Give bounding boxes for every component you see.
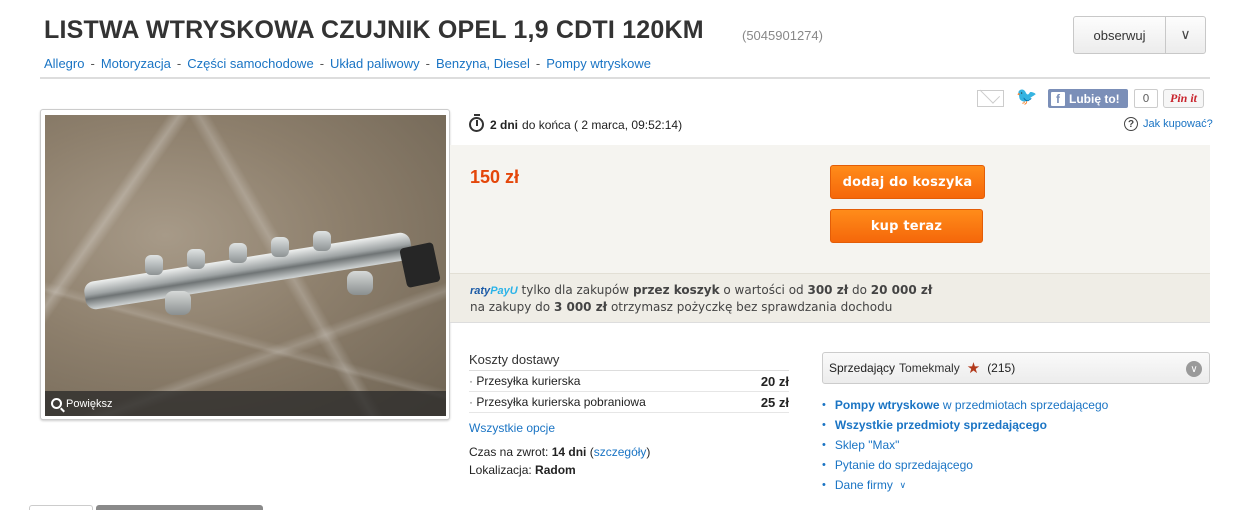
product-photo[interactable]: Powiększ	[45, 115, 446, 416]
chevron-down-icon[interactable]: ∨	[1186, 361, 1202, 377]
rail-port	[229, 243, 247, 263]
tab-description[interactable]	[29, 505, 93, 510]
breadcrumb-separator: -	[319, 56, 325, 71]
rail-port	[313, 231, 331, 251]
mail-icon[interactable]	[977, 90, 1004, 107]
how-to-buy-label[interactable]: Jak kupować?	[1143, 118, 1213, 130]
breadcrumb-separator: -	[535, 56, 541, 71]
breadcrumb-item[interactable]: Allegro	[44, 56, 84, 71]
price: 150 zł	[470, 167, 520, 187]
all-delivery-options-link[interactable]: Wszystkie opcje	[469, 421, 789, 435]
seller-links: Pompy wtryskowe w przedmiotach sprzedają…	[822, 395, 1108, 495]
breadcrumb-item[interactable]: Pompy wtryskowe	[546, 56, 651, 71]
star-icon: ★	[966, 359, 981, 377]
pinit-button[interactable]: Pin it	[1163, 89, 1204, 108]
return-period: Czas na zwrot: 14 dni (szczegóły)	[469, 445, 651, 459]
mount-tab	[165, 291, 191, 315]
seller-box[interactable]: Sprzedający Tomekmaly ★ (215) ∨	[822, 352, 1210, 384]
delivery-name: Przesyłka kurierska pobraniowa	[469, 395, 645, 409]
seller-name[interactable]: Tomekmaly	[899, 361, 960, 375]
delivery-row: Przesyłka kurierska 20 zł	[469, 371, 789, 392]
list-item[interactable]: Pompy wtryskowe w przedmiotach sprzedają…	[822, 395, 1108, 415]
breadcrumb-item[interactable]: Benzyna, Diesel	[436, 56, 530, 71]
watch-button-label[interactable]: obserwuj	[1074, 17, 1166, 53]
location: Lokalizacja: Radom	[469, 463, 576, 477]
help-icon: ?	[1124, 117, 1138, 131]
delivery-cost: 20 zł	[760, 373, 789, 389]
mount-tab	[347, 271, 373, 295]
return-details-link[interactable]: szczegóły	[594, 445, 647, 459]
zoom-icon	[51, 398, 62, 409]
rail-port	[145, 255, 163, 275]
breadcrumb-item[interactable]: Motoryzacja	[101, 56, 171, 71]
facebook-like-count: 0	[1134, 89, 1158, 108]
chevron-down-icon[interactable]: ∨	[1166, 17, 1205, 53]
breadcrumb: Allegro - Motoryzacja - Części samochodowe…	[44, 56, 651, 71]
delivery-title: Koszty dostawy	[469, 352, 789, 371]
delivery-name: Przesyłka kurierska	[469, 374, 580, 388]
buy-panel: 150 zł dodaj do koszyka kup teraz	[450, 145, 1210, 273]
watch-button[interactable]: obserwuj ∨	[1073, 16, 1206, 54]
facebook-like-label: Lubię to!	[1069, 91, 1120, 106]
product-photo-frame: Powiększ	[40, 109, 450, 420]
installments-info: ratyPayU tylko dla zakupów przez koszyk …	[450, 273, 1210, 323]
rail-port	[187, 249, 205, 269]
seller-label: Sprzedający	[829, 361, 896, 375]
installments-line-1: ratyPayU tylko dla zakupów przez koszyk …	[470, 283, 933, 297]
rail-port	[271, 237, 289, 257]
page-title: LISTWA WTRYSKOWA CZUJNIK OPEL 1,9 CDTI 1…	[44, 16, 704, 44]
buy-now-button[interactable]: kup teraz	[830, 209, 983, 243]
zoom-label: Powiększ	[66, 397, 113, 410]
facebook-icon: f	[1051, 91, 1065, 106]
header-divider	[40, 77, 1210, 79]
tab-other[interactable]	[96, 505, 263, 510]
twitter-icon[interactable]: 🐦	[1016, 87, 1038, 107]
breadcrumb-item[interactable]: Części samochodowe	[187, 56, 313, 71]
list-item[interactable]: Wszystkie przedmioty sprzedającego	[822, 415, 1108, 435]
item-id: (5045901274)	[742, 28, 823, 43]
add-to-cart-button[interactable]: dodaj do koszyka	[830, 165, 985, 199]
breadcrumb-separator: -	[176, 56, 182, 71]
clock-icon	[469, 114, 484, 132]
breadcrumb-separator: -	[425, 56, 430, 71]
breadcrumb-separator: -	[90, 56, 95, 71]
auction-days-left: 2 dni	[490, 117, 519, 132]
installments-line-2: na zakupy do 3 000 zł otrzymasz pożyczkę…	[470, 300, 893, 314]
list-item[interactable]: Sklep "Max"	[822, 435, 1108, 455]
delivery-row: Przesyłka kurierska pobraniowa 25 zł	[469, 392, 789, 413]
auction-end-date: do końca ( 2 marca, 09:52:14)	[522, 117, 683, 132]
list-item[interactable]: Dane firmy ∨	[822, 475, 1108, 495]
delivery-section: Koszty dostawy Przesyłka kurierska 20 zł…	[469, 352, 789, 477]
zoom-bar[interactable]: Powiększ	[45, 391, 446, 416]
list-item[interactable]: Pytanie do sprzedającego	[822, 455, 1108, 475]
auction-end-time: 2 dni do końca ( 2 marca, 09:52:14)	[469, 114, 683, 132]
how-to-buy-link[interactable]: ? Jak kupować?	[1124, 117, 1213, 131]
seller-rating: (215)	[987, 361, 1016, 375]
delivery-cost: 25 zł	[760, 394, 789, 410]
facebook-like-button[interactable]: f Lubię to!	[1048, 89, 1128, 108]
chevron-down-icon[interactable]: ∨	[900, 480, 907, 491]
raty-payu-logo: ratyPayU	[470, 285, 518, 297]
breadcrumb-item[interactable]: Układ paliwowy	[330, 56, 420, 71]
